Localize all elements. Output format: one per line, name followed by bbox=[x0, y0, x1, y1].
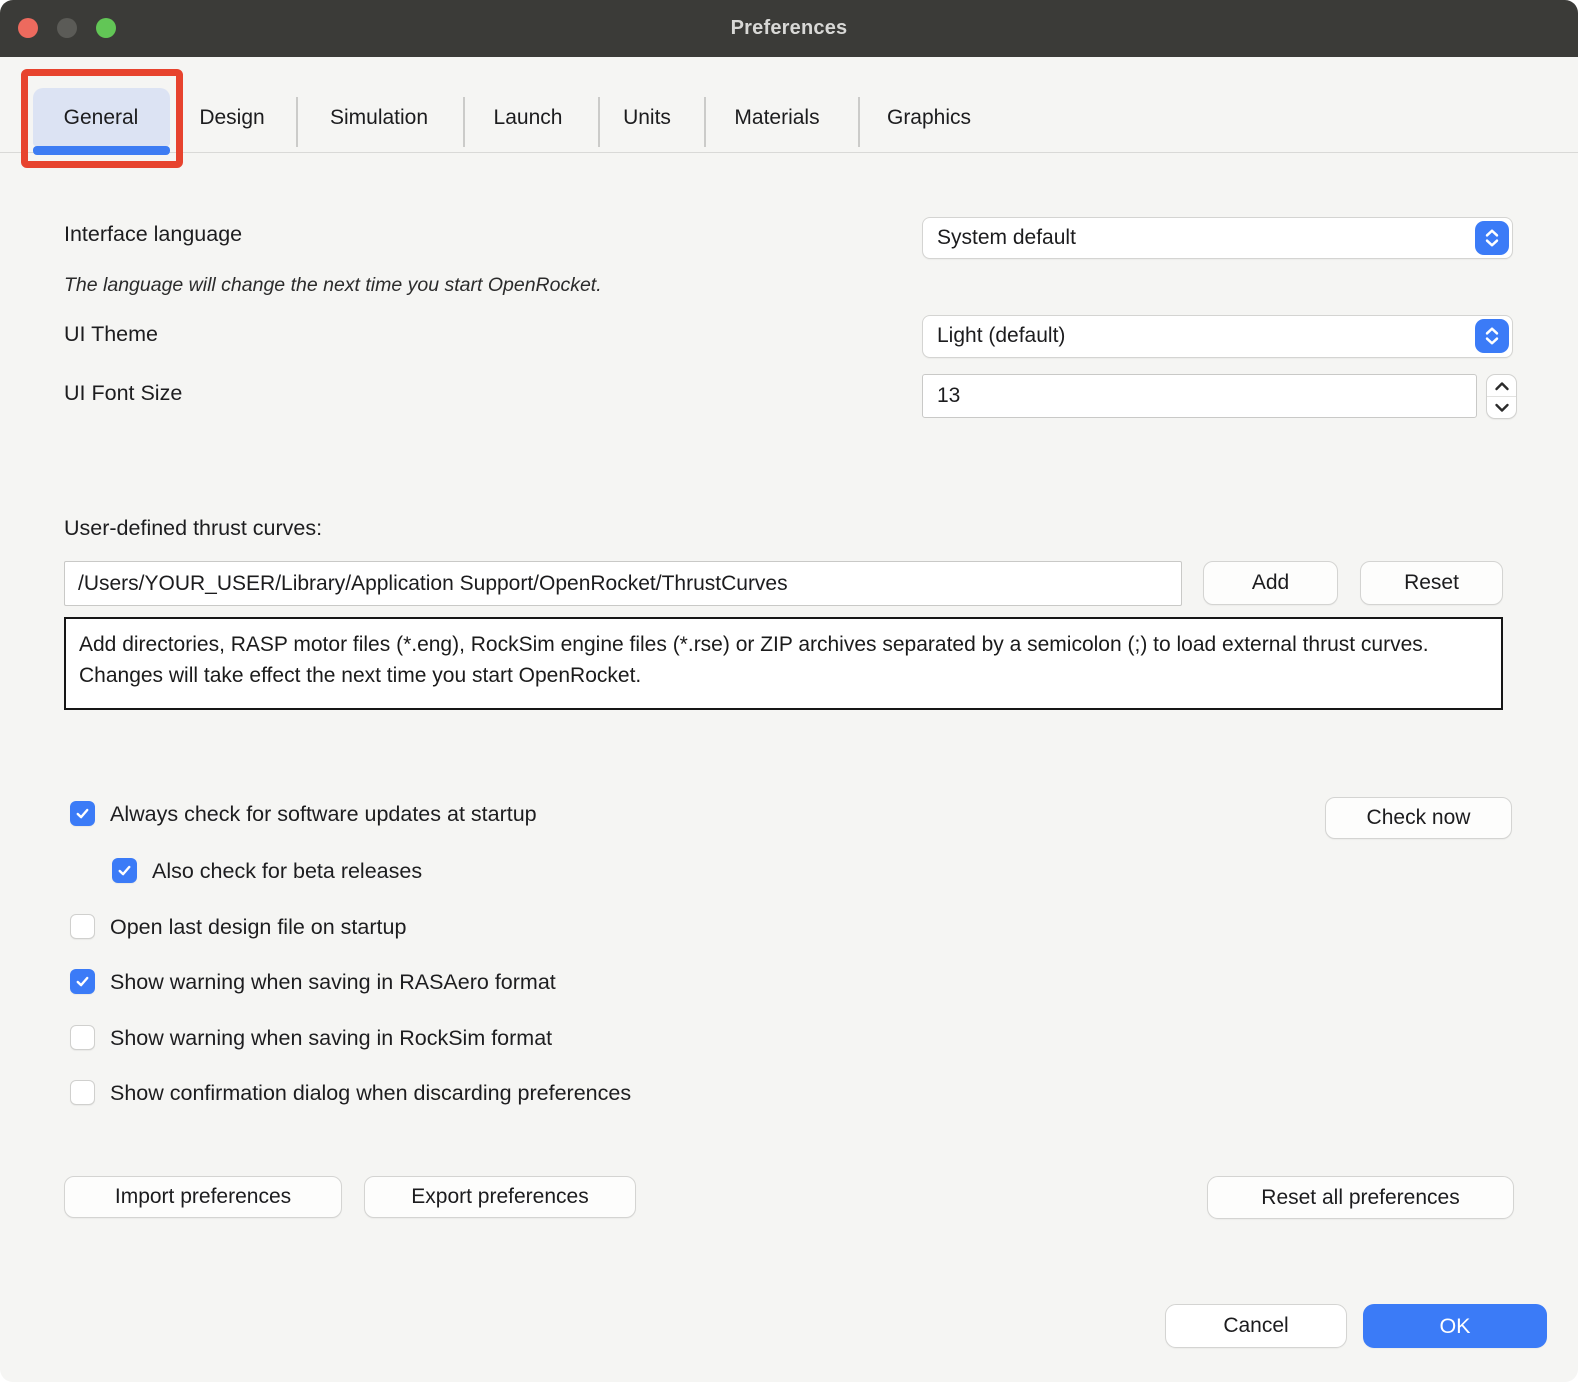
interface-language-select[interactable]: System default bbox=[922, 217, 1513, 259]
checkbox-check-updates[interactable] bbox=[70, 801, 95, 826]
interface-language-label: Interface language bbox=[64, 222, 242, 247]
zoom-icon[interactable] bbox=[96, 18, 116, 38]
tab-separator bbox=[296, 97, 298, 147]
stepper-down-icon[interactable] bbox=[1487, 397, 1516, 418]
tab-simulation[interactable]: Simulation bbox=[330, 106, 428, 130]
tab-graphics[interactable]: Graphics bbox=[887, 106, 971, 130]
add-button[interactable]: Add bbox=[1203, 561, 1338, 605]
checkbox-rasaero-warning[interactable] bbox=[70, 969, 95, 994]
checkbox-beta-releases[interactable] bbox=[112, 858, 137, 883]
reset-button[interactable]: Reset bbox=[1360, 561, 1503, 605]
thrust-curves-path-input[interactable] bbox=[64, 561, 1182, 606]
checkbox-rocksim-warning-label[interactable]: Show warning when saving in RockSim form… bbox=[110, 1026, 552, 1051]
titlebar: Preferences bbox=[0, 0, 1578, 57]
stepper-up-icon[interactable] bbox=[1487, 375, 1516, 397]
check-now-button[interactable]: Check now bbox=[1325, 797, 1512, 839]
tab-active-indicator bbox=[33, 146, 170, 155]
language-note: The language will change the next time y… bbox=[64, 274, 602, 297]
checkbox-rasaero-warning-label[interactable]: Show warning when saving in RASAero form… bbox=[110, 970, 556, 995]
interface-language-value: System default bbox=[937, 218, 1076, 258]
ui-font-size-stepper bbox=[1486, 374, 1517, 419]
checkbox-beta-releases-label[interactable]: Also check for beta releases bbox=[152, 859, 422, 884]
tabbar-divider bbox=[0, 152, 1578, 153]
minimize-icon[interactable] bbox=[57, 18, 77, 38]
close-icon[interactable] bbox=[18, 18, 38, 38]
chevrons-up-down-icon bbox=[1475, 319, 1509, 353]
tab-launch[interactable]: Launch bbox=[494, 106, 563, 130]
checkbox-check-updates-label[interactable]: Always check for software updates at sta… bbox=[110, 802, 537, 827]
ui-theme-select[interactable]: Light (default) bbox=[922, 315, 1513, 358]
checkbox-rocksim-warning[interactable] bbox=[70, 1025, 95, 1050]
import-preferences-button[interactable]: Import preferences bbox=[64, 1176, 342, 1218]
ok-button[interactable]: OK bbox=[1363, 1304, 1547, 1348]
checkbox-open-last-design[interactable] bbox=[70, 914, 95, 939]
tab-units[interactable]: Units bbox=[623, 106, 671, 130]
tab-design[interactable]: Design bbox=[199, 106, 264, 130]
ui-font-size-input[interactable] bbox=[922, 374, 1477, 418]
export-preferences-button[interactable]: Export preferences bbox=[364, 1176, 636, 1218]
thrust-curves-label: User-defined thrust curves: bbox=[64, 516, 322, 541]
preferences-window: Preferences General Design Simulation La… bbox=[0, 0, 1578, 1382]
tab-materials[interactable]: Materials bbox=[734, 106, 819, 130]
chevrons-up-down-icon bbox=[1475, 221, 1509, 255]
ui-theme-label: UI Theme bbox=[64, 322, 158, 347]
tab-separator bbox=[463, 97, 465, 147]
cancel-button[interactable]: Cancel bbox=[1165, 1304, 1347, 1348]
checkbox-discard-confirmation-label[interactable]: Show confirmation dialog when discarding… bbox=[110, 1081, 631, 1106]
checkbox-open-last-design-label[interactable]: Open last design file on startup bbox=[110, 915, 406, 940]
tab-separator bbox=[704, 97, 706, 147]
thrust-curves-info: Add directories, RASP motor files (*.eng… bbox=[64, 617, 1503, 710]
window-title: Preferences bbox=[0, 0, 1578, 57]
tab-separator bbox=[598, 97, 600, 147]
ui-theme-value: Light (default) bbox=[937, 316, 1065, 356]
tab-separator bbox=[858, 97, 860, 147]
ui-font-size-label: UI Font Size bbox=[64, 381, 182, 406]
tab-general-label[interactable]: General bbox=[64, 106, 139, 130]
reset-all-preferences-button[interactable]: Reset all preferences bbox=[1207, 1176, 1514, 1219]
checkbox-discard-confirmation[interactable] bbox=[70, 1080, 95, 1105]
